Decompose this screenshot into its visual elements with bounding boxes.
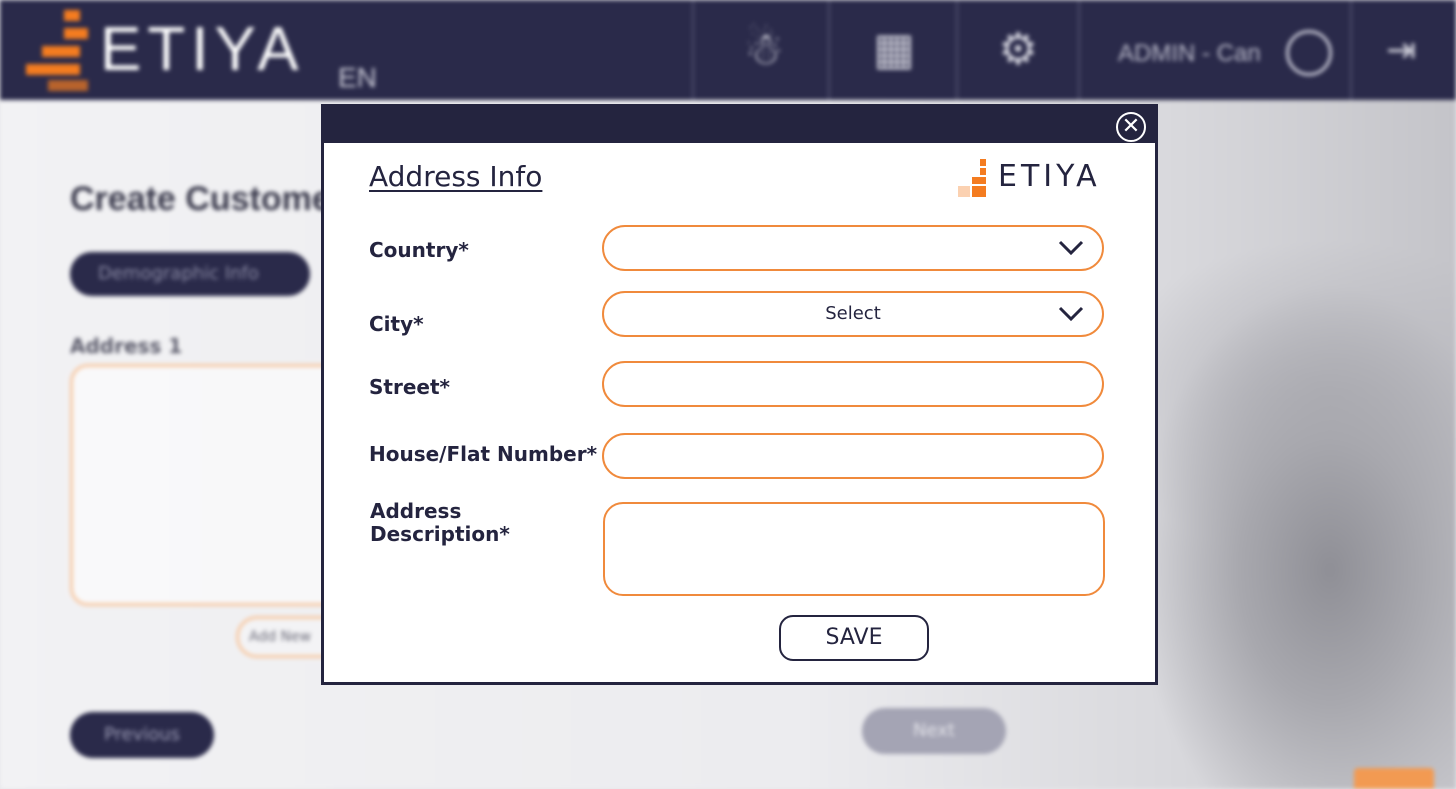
city-select[interactable]: Select — [602, 291, 1104, 337]
page-title: Create Customer — [70, 180, 344, 218]
previous-button[interactable]: Previous — [70, 712, 214, 758]
close-icon[interactable]: ✕ — [1116, 112, 1146, 142]
divider — [1350, 0, 1352, 100]
gear-icon[interactable]: ⚙ — [992, 14, 1044, 86]
city-select-value: Select — [825, 303, 881, 324]
chevron-down-icon — [1058, 240, 1084, 256]
address-description-label: Address Description* — [370, 499, 510, 546]
chevron-down-icon — [1058, 306, 1084, 322]
street-label: Street* — [369, 375, 450, 399]
top-navigation-bar: ETIYA EN ☃ ▦ ⚙ ADMIN - Can ⇥ — [0, 0, 1456, 100]
tab-demographic-info[interactable]: Demographic Info — [70, 252, 310, 296]
corner-badge — [1354, 768, 1434, 789]
divider — [828, 0, 830, 100]
briefcase-icon[interactable]: ▦ — [868, 14, 920, 86]
modal-header: ✕ — [324, 107, 1155, 143]
etiya-logo-icon — [18, 10, 88, 92]
address-info-modal: ✕ Address Info ETIYA Country* City* Sele… — [321, 104, 1158, 685]
etiya-logo-icon — [954, 159, 988, 201]
house-number-input[interactable] — [602, 433, 1104, 479]
divider — [692, 0, 694, 100]
language-selector[interactable]: EN — [338, 62, 377, 94]
divider — [1078, 0, 1080, 100]
customer-icon[interactable]: ☃ — [738, 14, 790, 86]
logo-text: ETIYA — [998, 159, 1101, 194]
logout-icon[interactable]: ⇥ — [1386, 30, 1426, 74]
brand-name: ETIYA — [100, 15, 305, 84]
user-name: ADMIN - Can — [1118, 40, 1261, 67]
address-label: Address 1 — [70, 334, 183, 358]
country-select-value — [604, 227, 1102, 269]
city-label: City* — [369, 312, 424, 336]
street-input[interactable] — [602, 361, 1104, 407]
country-select[interactable] — [602, 225, 1104, 271]
address-description-textarea[interactable] — [603, 502, 1105, 596]
modal-title: Address Info — [369, 160, 543, 193]
user-icon[interactable] — [1286, 30, 1332, 76]
next-button[interactable]: Next — [862, 708, 1006, 754]
house-number-label: House/Flat Number* — [369, 442, 598, 466]
country-label: Country* — [369, 238, 469, 262]
save-button[interactable]: SAVE — [779, 615, 929, 661]
divider — [956, 0, 958, 100]
